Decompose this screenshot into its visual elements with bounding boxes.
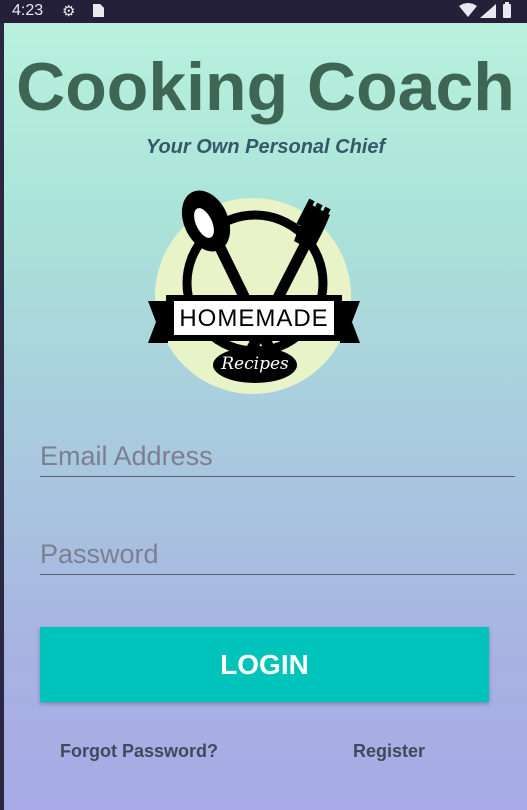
- login-button[interactable]: LOGIN: [40, 627, 489, 702]
- sim-card-icon: [93, 4, 104, 17]
- forgot-password-link[interactable]: Forgot Password?: [60, 741, 218, 762]
- signal-icon: [480, 4, 496, 18]
- app-subtitle: Your Own Personal Chief: [145, 136, 386, 158]
- homemade-recipes-logo: HOMEMADE Recipes: [148, 190, 360, 394]
- status-time: 4:23: [12, 2, 44, 19]
- logo-banner-text: HOMEMADE: [179, 305, 328, 332]
- register-link[interactable]: Register: [353, 741, 425, 762]
- gear-icon: ⚙: [62, 3, 76, 20]
- password-field[interactable]: [40, 534, 515, 575]
- app-screen: 4:23 ⚙ Cooking Coach Your Own Personal C…: [0, 0, 527, 810]
- status-bar: 4:23 ⚙: [0, 0, 527, 23]
- email-field[interactable]: [40, 436, 515, 477]
- wifi-icon: [459, 3, 477, 17]
- app-title: Cooking Coach: [16, 49, 515, 125]
- battery-icon: [503, 2, 511, 18]
- login-screen: Cooking Coach Your Own Personal Chief HO…: [4, 23, 527, 810]
- logo-script-text: Recipes: [220, 354, 289, 374]
- logo-banner: HOMEMADE: [148, 295, 360, 343]
